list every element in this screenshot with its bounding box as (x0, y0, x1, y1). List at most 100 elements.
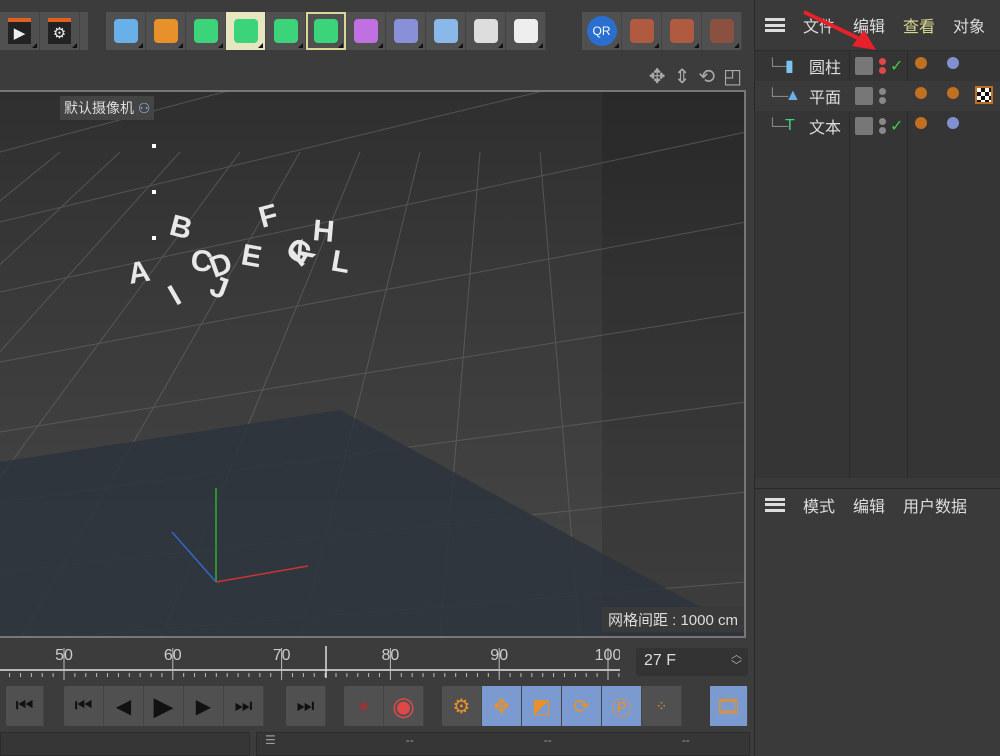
camera-icon: ⚇ (137, 100, 151, 116)
visibility-dots[interactable] (879, 56, 887, 76)
key-parameter-button[interactable]: Ⓟ (602, 686, 642, 726)
floor-icon (433, 19, 458, 43)
cloner-button[interactable] (306, 12, 346, 50)
plugin3-icon (709, 19, 734, 43)
zoom-view-icon[interactable]: ⇕ (674, 64, 691, 89)
maximize-view-icon[interactable]: ◰ (723, 64, 742, 89)
autokey-button[interactable]: ◉ (384, 686, 424, 726)
status-bar: ☰ -- -- -- (256, 732, 750, 756)
go-to-start-button[interactable]: ⏮ (6, 686, 44, 726)
layer-tag[interactable] (855, 87, 873, 105)
subdivision-button[interactable] (186, 12, 226, 50)
checker-tag-icon[interactable] (975, 86, 993, 104)
menu-icon[interactable] (765, 497, 785, 512)
pen-button[interactable] (146, 12, 186, 50)
qr-icon: QR (586, 16, 617, 46)
material-tag-icon[interactable] (915, 87, 927, 99)
keyframe-selection-button[interactable]: ⚙ (442, 686, 482, 726)
go-to-start-icon: ⏮ (15, 694, 34, 717)
prev-key-button[interactable]: ⏮ (64, 686, 104, 726)
move-view-icon[interactable]: ✥ (649, 64, 666, 89)
plugin-button[interactable] (622, 12, 662, 50)
menu-edit[interactable]: 编辑 (853, 493, 885, 517)
go-to-end-button[interactable]: ⏭ (286, 686, 326, 726)
next-frame-icon: ▶ (195, 695, 212, 718)
render-toolbar: ▶ ⚙ (0, 12, 88, 50)
light-button[interactable] (506, 12, 546, 50)
plugin-icon (629, 19, 654, 43)
visibility-dots[interactable] (879, 86, 887, 106)
material-tag-icon[interactable] (915, 57, 927, 69)
qr-button[interactable]: QR (582, 12, 622, 50)
object-list: └─ ▮ 圆柱 ✓ └─ ▲ 平面 └─ T 文本 ✓ (755, 50, 1000, 478)
move-icon: ✥ (493, 695, 510, 718)
tick-label: 70 (273, 647, 291, 664)
transport-group: ⏮ ◀ ▶ ▶ ⏭ (64, 686, 264, 726)
bend-button[interactable] (386, 12, 426, 50)
film-icon: 🎞 (715, 695, 742, 718)
plugin2-button[interactable] (662, 12, 702, 50)
status-field: -- (681, 733, 690, 747)
point (152, 190, 156, 194)
menu-object[interactable]: 对象 (953, 13, 985, 37)
current-frame-field[interactable]: 27 F ︿ ﹀ (636, 648, 748, 676)
timeline-button[interactable]: 🎞 (710, 686, 748, 726)
next-key-button[interactable]: ⏭ (224, 686, 264, 726)
render-settings-icon: ⚙ (47, 18, 72, 44)
cube-button[interactable] (106, 12, 146, 50)
render-view-button[interactable]: ▶ (0, 12, 40, 50)
rotate-view-icon[interactable]: ⟲ (698, 64, 715, 89)
mograph-button[interactable] (266, 12, 306, 50)
spinner-icon[interactable]: ︿ ﹀ (731, 650, 742, 672)
key-position-button[interactable]: ✥ (482, 686, 522, 726)
menu-icon[interactable] (765, 18, 785, 32)
material-tag-icon[interactable] (915, 117, 927, 129)
object-row-1[interactable]: └─ ▲ 平面 (755, 81, 1000, 111)
extrude-button[interactable] (226, 12, 266, 50)
object-name[interactable]: 圆柱 (809, 54, 841, 78)
object-name[interactable]: 文本 (809, 114, 841, 138)
plugin3-button[interactable] (702, 12, 742, 50)
floor-button[interactable] (426, 12, 466, 50)
play-button[interactable]: ▶ (144, 686, 184, 726)
render-settings-button[interactable]: ⚙ (40, 12, 80, 50)
object-row-2[interactable]: └─ T 文本 ✓ (755, 111, 1000, 141)
menu-view[interactable]: 查看 (903, 13, 935, 37)
visibility-dots[interactable] (879, 116, 887, 136)
material-tag-icon[interactable] (947, 117, 959, 129)
material-tag-icon[interactable] (947, 57, 959, 69)
cube-icon (113, 19, 138, 43)
object-name[interactable]: 平面 (809, 84, 841, 108)
layer-tag[interactable] (855, 57, 873, 75)
viewport[interactable]: ABCDEFGHIJKL (0, 90, 746, 638)
menu-user-data[interactable]: 用户数据 (903, 493, 967, 517)
record-group: ● ◉ (344, 686, 424, 726)
key-scale-button[interactable]: ◩ (522, 686, 562, 726)
camera-button[interactable] (466, 12, 506, 50)
safe-frame (602, 92, 744, 636)
prev-frame-button[interactable]: ◀ (104, 686, 144, 726)
menu-mode[interactable]: 模式 (803, 493, 835, 517)
attribute-manager-menu: 模式 编辑 用户数据 (755, 488, 1000, 520)
right-panel: 文件 编辑 查看 对象 └─ ▮ 圆柱 ✓ └─ ▲ 平面 └─ T 文本 ✓ 模式 编辑 用户数据 (754, 0, 1000, 756)
material-tag-icon[interactable] (947, 87, 959, 99)
check-icon[interactable]: ✓ (890, 56, 903, 76)
scene-letter: B (166, 209, 195, 246)
record-button[interactable]: ● (344, 686, 384, 726)
bend-icon (393, 19, 418, 43)
object-row-0[interactable]: └─ ▮ 圆柱 ✓ (755, 51, 1000, 81)
layer-tag[interactable] (855, 117, 873, 135)
text-object: ABCD EFGHI JK L (125, 198, 352, 312)
tick-label: 100 (595, 647, 620, 664)
key-rotation-button[interactable]: ⟳ (562, 686, 602, 726)
camera-label[interactable]: 默认摄像机 ⚇ (60, 96, 155, 120)
deformer-button[interactable] (346, 12, 386, 50)
timeline-ruler[interactable]: 50 60 70 80 90 100 (0, 640, 620, 680)
check-icon[interactable]: ✓ (890, 116, 903, 136)
plugin2-icon (669, 19, 694, 43)
menu-icon[interactable]: ☰ (265, 733, 276, 755)
scene-letter: I (163, 279, 187, 312)
key-pla-button[interactable]: ⁘ (642, 686, 682, 726)
next-frame-button[interactable]: ▶ (184, 686, 224, 726)
tick-label: 50 (55, 647, 73, 664)
